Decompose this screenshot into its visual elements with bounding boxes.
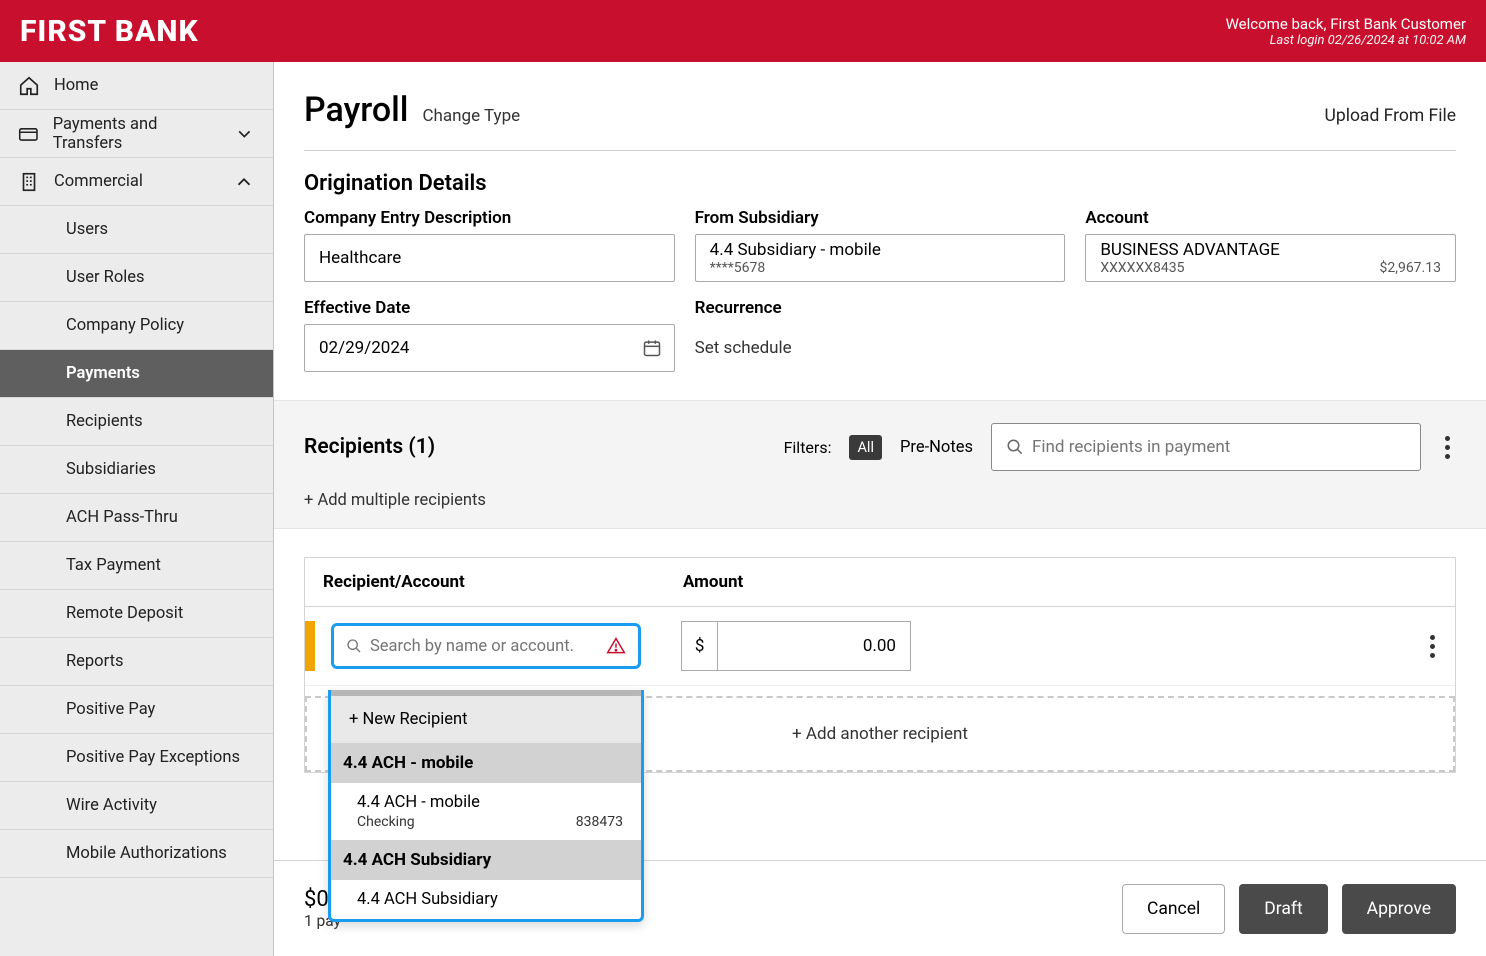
welcome-text: Welcome back, First Bank Customer: [1226, 15, 1466, 33]
cancel-button[interactable]: Cancel: [1122, 884, 1225, 934]
nav-payments-transfers[interactable]: Payments and Transfers: [0, 110, 273, 158]
recipient-name-search[interactable]: [331, 623, 641, 669]
company-desc-label: Company Entry Description: [304, 208, 675, 228]
home-icon: [18, 75, 40, 97]
filter-all-pill[interactable]: All: [849, 435, 882, 460]
upload-from-file-link[interactable]: Upload From File: [1325, 106, 1456, 126]
dropdown-item-ach-subsidiary[interactable]: 4.4 ACH Subsidiary: [331, 880, 641, 919]
effective-date-label: Effective Date: [304, 298, 675, 318]
recurrence-label: Recurrence: [695, 298, 1066, 318]
chevron-up-icon: [233, 171, 255, 193]
nav-wire-activity[interactable]: Wire Activity: [0, 782, 273, 830]
account-balance: $2,967.13: [1379, 260, 1441, 276]
approve-button[interactable]: Approve: [1342, 884, 1456, 934]
card-icon: [18, 123, 39, 145]
row-warning-bar: [305, 621, 315, 671]
recipient-search-input[interactable]: [1032, 437, 1406, 457]
nav-positive-pay-exceptions[interactable]: Positive Pay Exceptions: [0, 734, 273, 782]
nav-company-policy[interactable]: Company Policy: [0, 302, 273, 350]
set-schedule-link[interactable]: Set schedule: [695, 324, 792, 358]
col-recipient-account: Recipient/Account: [323, 572, 683, 592]
nav-mobile-authorizations[interactable]: Mobile Authorizations: [0, 830, 273, 878]
building-icon: [18, 171, 40, 193]
nav-tax-payment[interactable]: Tax Payment: [0, 542, 273, 590]
chevron-down-icon: [234, 123, 255, 145]
search-icon: [1006, 438, 1024, 456]
change-type-link[interactable]: Change Type: [422, 106, 520, 126]
search-icon: [346, 638, 362, 654]
main-content: Payroll Change Type Upload From File Ori…: [274, 62, 1486, 956]
nav-reports[interactable]: Reports: [0, 638, 273, 686]
nav-subsidiaries[interactable]: Subsidiaries: [0, 446, 273, 494]
nav-remote-deposit[interactable]: Remote Deposit: [0, 590, 273, 638]
recipients-menu-button[interactable]: [1439, 430, 1456, 465]
warning-icon: [606, 636, 626, 656]
account-label: Account: [1085, 208, 1456, 228]
company-desc-input[interactable]: Healthcare: [304, 234, 675, 282]
origination-heading: Origination Details: [274, 171, 1486, 208]
recipients-heading: Recipients (1): [304, 435, 435, 459]
effective-date-input[interactable]: 02/29/2024: [304, 324, 675, 372]
amount-input-group: $: [681, 621, 911, 671]
bank-logo: FIRST BANK: [20, 14, 199, 49]
welcome-block: Welcome back, First Bank Customer Last l…: [1226, 15, 1466, 48]
filter-prenotes[interactable]: Pre-Notes: [900, 438, 973, 457]
recipient-dropdown: + New Recipient 4.4 ACH - mobile 4.4 ACH…: [328, 690, 644, 922]
sidebar-nav: Home Payments and Transfers Commercial U…: [0, 62, 274, 956]
dropdown-new-recipient[interactable]: + New Recipient: [331, 696, 641, 743]
dropdown-group-header-2: 4.4 ACH Subsidiary: [331, 840, 641, 880]
add-multiple-recipients-link[interactable]: + Add multiple recipients: [304, 491, 1456, 510]
app-header: FIRST BANK Welcome back, First Bank Cust…: [0, 0, 1486, 62]
dropdown-group-header: 4.4 ACH - mobile: [331, 743, 641, 783]
col-amount: Amount: [683, 572, 933, 592]
recipient-name-input[interactable]: [370, 637, 598, 656]
filters-label: Filters:: [784, 438, 832, 457]
nav-users[interactable]: Users: [0, 206, 273, 254]
divider: [304, 150, 1456, 151]
dropdown-item-ach-mobile[interactable]: 4.4 ACH - mobile Checking 838473: [331, 783, 641, 840]
nav-recipients[interactable]: Recipients: [0, 398, 273, 446]
nav-positive-pay[interactable]: Positive Pay: [0, 686, 273, 734]
nav-commercial[interactable]: Commercial: [0, 158, 273, 206]
nav-home[interactable]: Home: [0, 62, 273, 110]
calendar-icon: [642, 338, 662, 358]
amount-input[interactable]: [718, 622, 910, 670]
last-login-text: Last login 02/26/2024 at 10:02 AM: [1226, 33, 1466, 48]
row-menu-button[interactable]: [1424, 629, 1441, 664]
nav-user-roles[interactable]: User Roles: [0, 254, 273, 302]
account-select[interactable]: BUSINESS ADVANTAGE XXXXXX8435 $2,967.13: [1085, 234, 1456, 282]
page-title: Payroll: [304, 90, 408, 130]
nav-payments[interactable]: Payments: [0, 350, 273, 398]
recipients-table: Recipient/Account Amount + New Recip: [304, 557, 1456, 773]
from-subsidiary-label: From Subsidiary: [695, 208, 1066, 228]
recipient-search-box[interactable]: [991, 423, 1421, 471]
currency-symbol: $: [682, 622, 718, 670]
nav-ach-passthru[interactable]: ACH Pass-Thru: [0, 494, 273, 542]
from-subsidiary-select[interactable]: 4.4 Subsidiary - mobile ****5678: [695, 234, 1066, 282]
recipient-row: + New Recipient 4.4 ACH - mobile 4.4 ACH…: [305, 607, 1455, 686]
draft-button[interactable]: Draft: [1239, 884, 1327, 934]
